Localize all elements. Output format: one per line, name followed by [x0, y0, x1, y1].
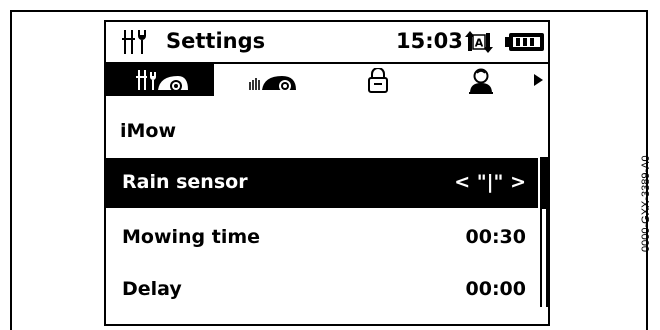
menu-item-label: Delay [122, 278, 182, 300]
lock-icon [368, 68, 388, 93]
page-title: Settings [166, 29, 266, 53]
mower-icon [249, 76, 296, 92]
battery-icon [505, 33, 544, 51]
menu-item-delay[interactable]: Delay 00:00 [106, 265, 538, 315]
frame-left-border [10, 10, 12, 330]
menu-item-value: 00:00 [465, 278, 526, 300]
scrollbar-thumb[interactable] [540, 157, 548, 209]
mower-settings-icon [136, 70, 188, 92]
tools-icon [122, 30, 146, 54]
tab-mower-settings[interactable] [106, 64, 214, 96]
menu-item-label: Mowing time [122, 226, 261, 248]
menu-item-rain-sensor[interactable]: Rain sensor < "|" > [106, 158, 538, 208]
device-display: Settings 15:03 A iMow Rain sensor < "|" … [104, 20, 550, 326]
menu-item-label: Rain sensor [122, 171, 248, 193]
section-title: iMow [120, 120, 177, 142]
clock-time: 15:03 [396, 29, 463, 53]
figure-code: 0000-GXX-3389-A0 [640, 155, 652, 252]
tab-user[interactable] [434, 64, 530, 96]
tab-mower[interactable] [214, 64, 324, 96]
tab-security[interactable] [324, 64, 434, 96]
frame-top-border [10, 10, 648, 12]
auto-mode-letter: A [475, 37, 484, 50]
header-bar: Settings 15:03 A [106, 22, 548, 62]
auto-mode-icon: A [465, 31, 493, 53]
tab-bar [106, 62, 548, 96]
menu-item-value: < "|" > [454, 171, 526, 193]
menu-item-mowing-time[interactable]: Mowing time 00:30 [106, 213, 538, 263]
user-icon [469, 68, 493, 94]
next-tab-arrow-icon[interactable] [532, 73, 544, 87]
menu-item-value: 00:30 [465, 226, 526, 248]
